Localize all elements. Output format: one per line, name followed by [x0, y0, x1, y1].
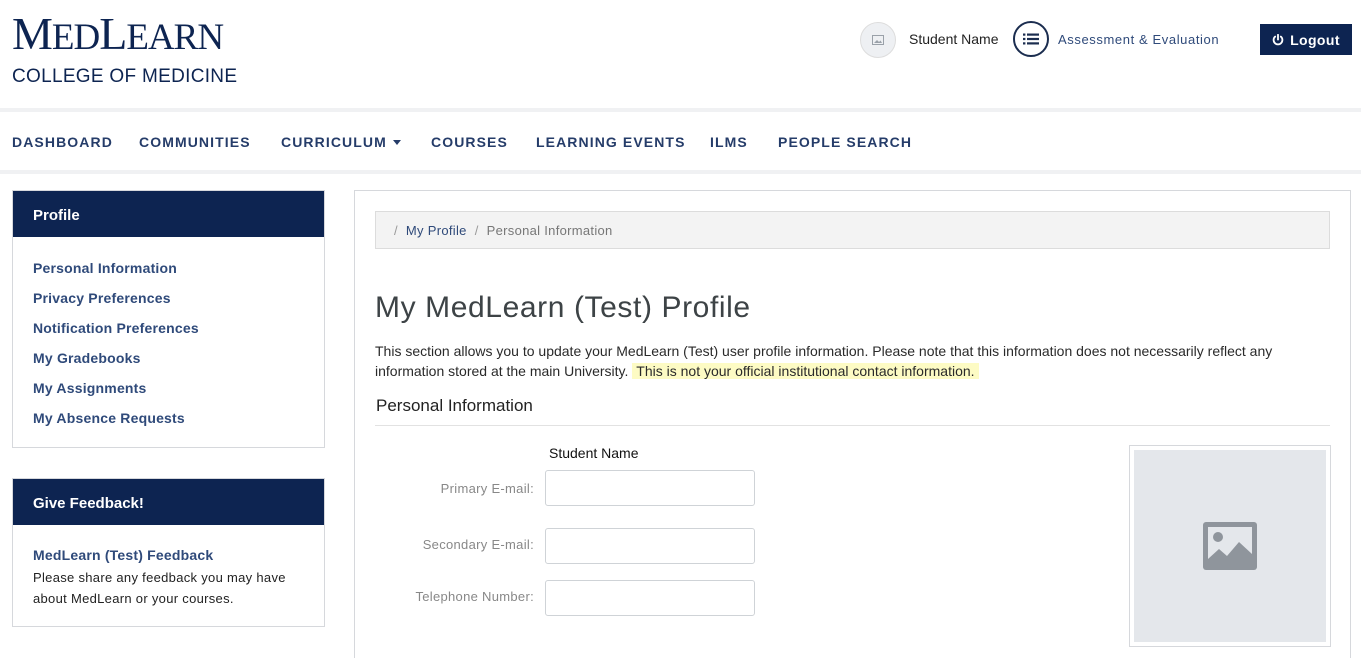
nav-dashboard[interactable]: DASHBOARD — [12, 134, 113, 150]
breadcrumb-current: Personal Information — [486, 223, 613, 238]
nav-communities[interactable]: COMMUNITIES — [139, 134, 251, 150]
power-icon — [1272, 33, 1284, 45]
logo-wordmark: MEDLEARN — [12, 8, 224, 59]
sidebar-link-privacy-preferences[interactable]: Privacy Preferences — [33, 290, 171, 306]
student-name-label: Student Name — [549, 445, 639, 461]
section-divider — [375, 425, 1330, 426]
main-content: / My Profile / Personal Information My MedL… — [354, 190, 1351, 658]
primary-email-label: Primary E-mail: — [440, 481, 534, 496]
feedback-panel-title: Give Feedback! — [13, 479, 324, 525]
profile-panel: Profile Personal Information Privacy Pre… — [12, 190, 325, 448]
assessment-evaluation-link[interactable]: Assessment & Evaluation — [1058, 32, 1219, 47]
image-placeholder-icon — [1203, 522, 1257, 570]
caret-down-icon — [392, 140, 401, 145]
nav-ilms[interactable]: ILMS — [710, 134, 748, 150]
site-header: MEDLEARN COLLEGE OF MEDICINE Student Nam… — [0, 0, 1361, 108]
nav-curriculum-label: CURRICULUM — [281, 134, 387, 150]
image-icon — [872, 35, 884, 45]
medlearn-logo[interactable]: MEDLEARN COLLEGE OF MEDICINE — [12, 10, 237, 88]
sidebar-link-my-assignments[interactable]: My Assignments — [33, 380, 147, 396]
breadcrumb-separator: / — [394, 223, 398, 238]
profile-panel-title: Profile — [13, 191, 324, 237]
sidebar-link-my-gradebooks[interactable]: My Gradebooks — [33, 350, 141, 366]
sidebar-link-notification-preferences[interactable]: Notification Preferences — [33, 320, 199, 336]
nav-divider — [0, 170, 1361, 174]
sidebar-link-personal-information[interactable]: Personal Information — [33, 260, 177, 276]
intro-highlight: This is not your official institutional … — [632, 363, 979, 379]
sidebar-link-my-absence-requests[interactable]: My Absence Requests — [33, 410, 185, 426]
intro-text: This section allows you to update your M… — [375, 341, 1335, 381]
logout-button[interactable]: Logout — [1260, 24, 1352, 55]
user-avatar[interactable] — [860, 22, 896, 58]
nav-people-search[interactable]: PEOPLE SEARCH — [778, 134, 912, 150]
logout-label: Logout — [1290, 31, 1340, 48]
main-nav: DASHBOARD COMMUNITIES CURRICULUM COURSES… — [0, 112, 1361, 170]
page-title: My MedLearn (Test) Profile — [375, 291, 751, 324]
feedback-description: Please share any feedback you may have a… — [33, 570, 286, 606]
breadcrumb-my-profile[interactable]: My Profile — [406, 223, 467, 238]
user-name[interactable]: Student Name — [909, 31, 999, 47]
feedback-panel: Give Feedback! MedLearn (Test) Feedback … — [12, 478, 325, 627]
telephone-label: Telephone Number: — [415, 589, 534, 604]
telephone-field[interactable] — [545, 580, 755, 616]
photo-placeholder — [1134, 450, 1326, 642]
section-title: Personal Information — [376, 396, 533, 415]
logo-subtitle: COLLEGE OF MEDICINE — [12, 66, 238, 87]
secondary-email-label: Secondary E-mail: — [422, 537, 534, 552]
secondary-email-field[interactable] — [545, 528, 755, 564]
nav-curriculum[interactable]: CURRICULUM — [281, 134, 401, 150]
feedback-link[interactable]: MedLearn (Test) Feedback — [33, 547, 213, 563]
nav-courses[interactable]: COURSES — [431, 134, 508, 150]
profile-photo[interactable] — [1129, 445, 1331, 647]
nav-learning-events[interactable]: LEARNING EVENTS — [536, 134, 686, 150]
list-icon[interactable] — [1013, 21, 1049, 57]
breadcrumb-separator: / — [474, 223, 479, 238]
primary-email-field[interactable] — [545, 470, 755, 506]
breadcrumb: / My Profile / Personal Information — [375, 211, 1330, 249]
